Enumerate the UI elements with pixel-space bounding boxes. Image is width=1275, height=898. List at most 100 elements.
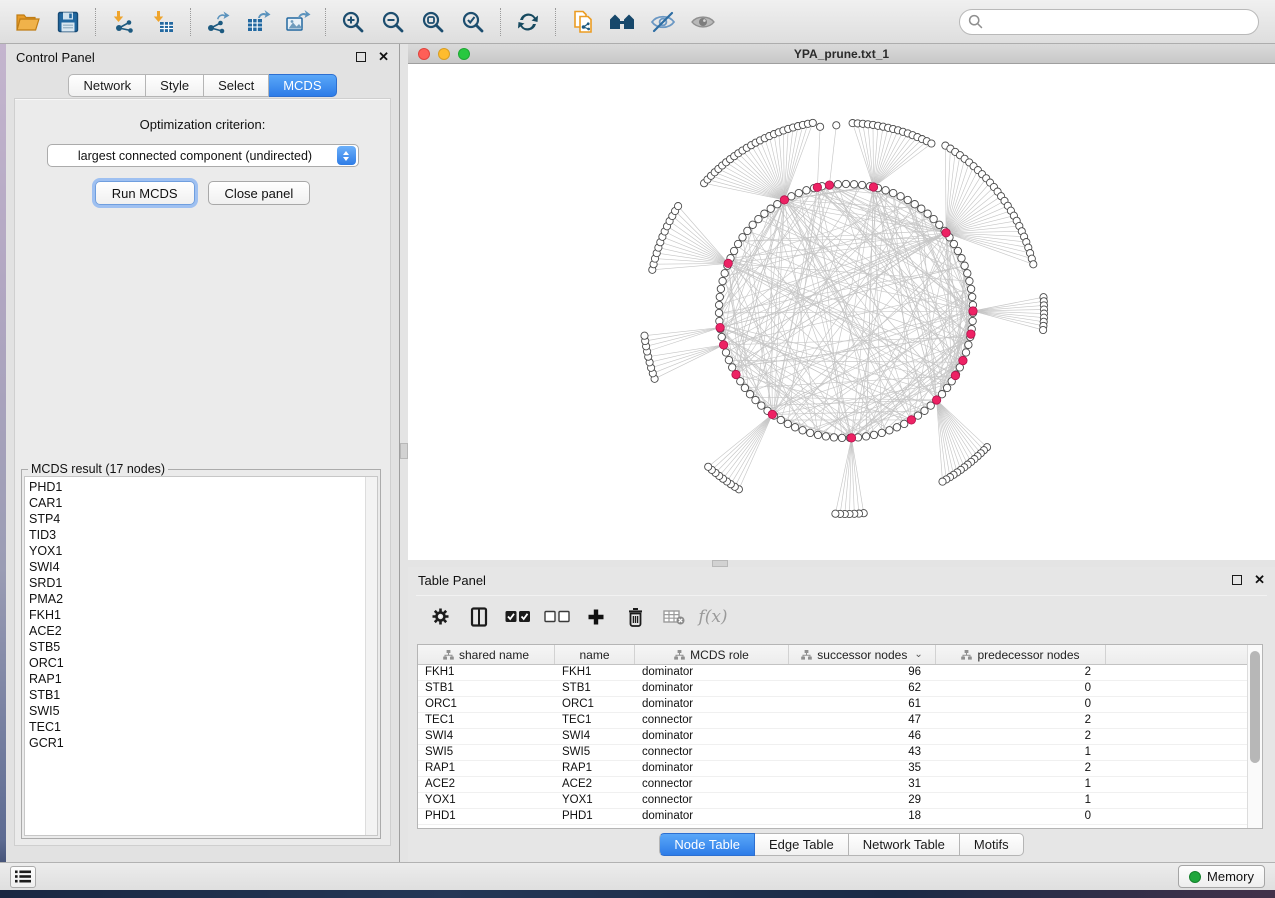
export-table-button[interactable]	[238, 3, 278, 41]
network-hub-node[interactable]	[768, 410, 776, 418]
save-session-button[interactable]	[48, 3, 88, 41]
first-neighbors-button[interactable]	[603, 3, 643, 41]
hide-selected-button[interactable]	[643, 3, 683, 41]
network-node[interactable]	[838, 434, 845, 441]
network-node[interactable]	[870, 431, 877, 438]
mcds-result-item[interactable]: STB5	[25, 639, 364, 655]
network-node[interactable]	[850, 181, 857, 188]
network-node[interactable]	[886, 427, 893, 434]
network-node[interactable]	[716, 293, 723, 300]
table-row[interactable]: FKH1FKH1dominator962	[418, 665, 1247, 681]
network-hub-node[interactable]	[825, 181, 833, 189]
network-node[interactable]	[761, 210, 768, 217]
network-node[interactable]	[967, 285, 974, 292]
network-node[interactable]	[969, 317, 976, 324]
network-node[interactable]	[749, 221, 756, 228]
refresh-layout-button[interactable]	[508, 3, 548, 41]
network-node[interactable]	[893, 424, 900, 431]
add-column-button[interactable]	[582, 602, 610, 632]
mcds-result-item[interactable]: STB1	[25, 687, 364, 703]
mcds-result-item[interactable]: TEC1	[25, 719, 364, 735]
network-node[interactable]	[924, 210, 931, 217]
network-node[interactable]	[718, 333, 725, 340]
network-hub-node[interactable]	[724, 259, 732, 267]
table-row[interactable]: RAP1RAP1dominator352	[418, 761, 1247, 777]
network-node[interactable]	[719, 277, 726, 284]
network-node[interactable]	[721, 270, 728, 277]
table-options-gear-button[interactable]	[426, 602, 454, 632]
network-node[interactable]	[950, 240, 957, 247]
vertical-splitter[interactable]	[400, 44, 408, 862]
tab-node-table[interactable]: Node Table	[659, 833, 755, 856]
search-input[interactable]	[988, 12, 1250, 32]
network-node[interactable]	[930, 215, 937, 222]
network-node[interactable]	[958, 255, 965, 262]
float-panel-icon[interactable]	[356, 52, 366, 62]
mcds-result-item[interactable]: FKH1	[25, 607, 364, 623]
table-row[interactable]: TEC1TEC1connector472	[418, 713, 1247, 729]
network-node[interactable]	[774, 201, 781, 208]
table-row[interactable]: ACE2ACE2connector311	[418, 777, 1247, 793]
mcds-result-item[interactable]: ORC1	[25, 655, 364, 671]
network-node[interactable]	[777, 416, 784, 423]
delete-table-button[interactable]	[660, 602, 688, 632]
select-all-rows-button[interactable]	[504, 602, 532, 632]
network-leaf-node[interactable]	[817, 123, 824, 130]
mcds-result-item[interactable]: SRD1	[25, 575, 364, 591]
show-panels-list-button[interactable]	[10, 866, 36, 888]
network-node[interactable]	[965, 341, 972, 348]
network-node[interactable]	[715, 309, 722, 316]
network-node[interactable]	[734, 240, 741, 247]
network-leaf-node[interactable]	[1040, 326, 1047, 333]
network-leaf-node[interactable]	[705, 463, 712, 470]
mcds-result-item[interactable]: TID3	[25, 527, 364, 543]
mcds-result-item[interactable]: GCR1	[25, 735, 364, 751]
open-file-button[interactable]	[8, 3, 48, 41]
network-hub-node[interactable]	[732, 370, 740, 378]
network-hub-node[interactable]	[716, 323, 724, 331]
table-row[interactable]: PHD1PHD1dominator180	[418, 809, 1247, 825]
network-leaf-node[interactable]	[833, 122, 840, 129]
network-leaf-node[interactable]	[832, 510, 839, 517]
mcds-result-item[interactable]: PMA2	[25, 591, 364, 607]
network-hub-node[interactable]	[969, 307, 977, 315]
tab-motifs[interactable]: Motifs	[960, 833, 1024, 856]
network-titlebar[interactable]: YPA_prune.txt_1	[408, 44, 1275, 64]
mcds-result-item[interactable]: SWI4	[25, 559, 364, 575]
criterion-dropdown[interactable]: largest connected component (undirected)	[47, 144, 359, 167]
network-node[interactable]	[954, 247, 961, 254]
mcds-result-item[interactable]: RAP1	[25, 671, 364, 687]
network-node[interactable]	[897, 193, 904, 200]
mcds-result-item[interactable]: SWI5	[25, 703, 364, 719]
network-node[interactable]	[911, 201, 918, 208]
network-node[interactable]	[961, 262, 968, 269]
table-row[interactable]: STB1STB1dominator620	[418, 681, 1247, 697]
mcds-result-item[interactable]: PHD1	[25, 479, 364, 495]
network-node[interactable]	[791, 424, 798, 431]
show-all-button[interactable]	[683, 3, 723, 41]
network-node[interactable]	[890, 189, 897, 196]
network-leaf-node[interactable]	[939, 478, 946, 485]
close-panel-button[interactable]: Close panel	[208, 181, 311, 205]
network-node[interactable]	[862, 433, 869, 440]
delete-column-button[interactable]	[621, 602, 649, 632]
mcds-result-item[interactable]: ACE2	[25, 623, 364, 639]
splitter-grip[interactable]	[400, 443, 408, 459]
table-row[interactable]: SWI4SWI4dominator462	[418, 729, 1247, 745]
mcds-result-item[interactable]: STP4	[25, 511, 364, 527]
network-node[interactable]	[752, 396, 759, 403]
network-node[interactable]	[722, 349, 729, 356]
zoom-in-button[interactable]	[333, 3, 373, 41]
table-row[interactable]: ORC1ORC1dominator610	[418, 697, 1247, 713]
table-row[interactable]: YOX1YOX1connector291	[418, 793, 1247, 809]
network-node[interactable]	[904, 196, 911, 203]
network-hub-node[interactable]	[967, 330, 975, 338]
network-node[interactable]	[715, 301, 722, 308]
tab-select[interactable]: Select	[204, 74, 269, 97]
network-hub-node[interactable]	[959, 356, 967, 364]
column-header-predecessor-nodes[interactable]: predecessor nodes	[936, 645, 1106, 664]
apply-function-button[interactable]: f(x)	[699, 602, 727, 632]
network-leaf-node[interactable]	[675, 203, 682, 210]
network-node[interactable]	[878, 429, 885, 436]
duplicate-network-button[interactable]	[563, 3, 603, 41]
